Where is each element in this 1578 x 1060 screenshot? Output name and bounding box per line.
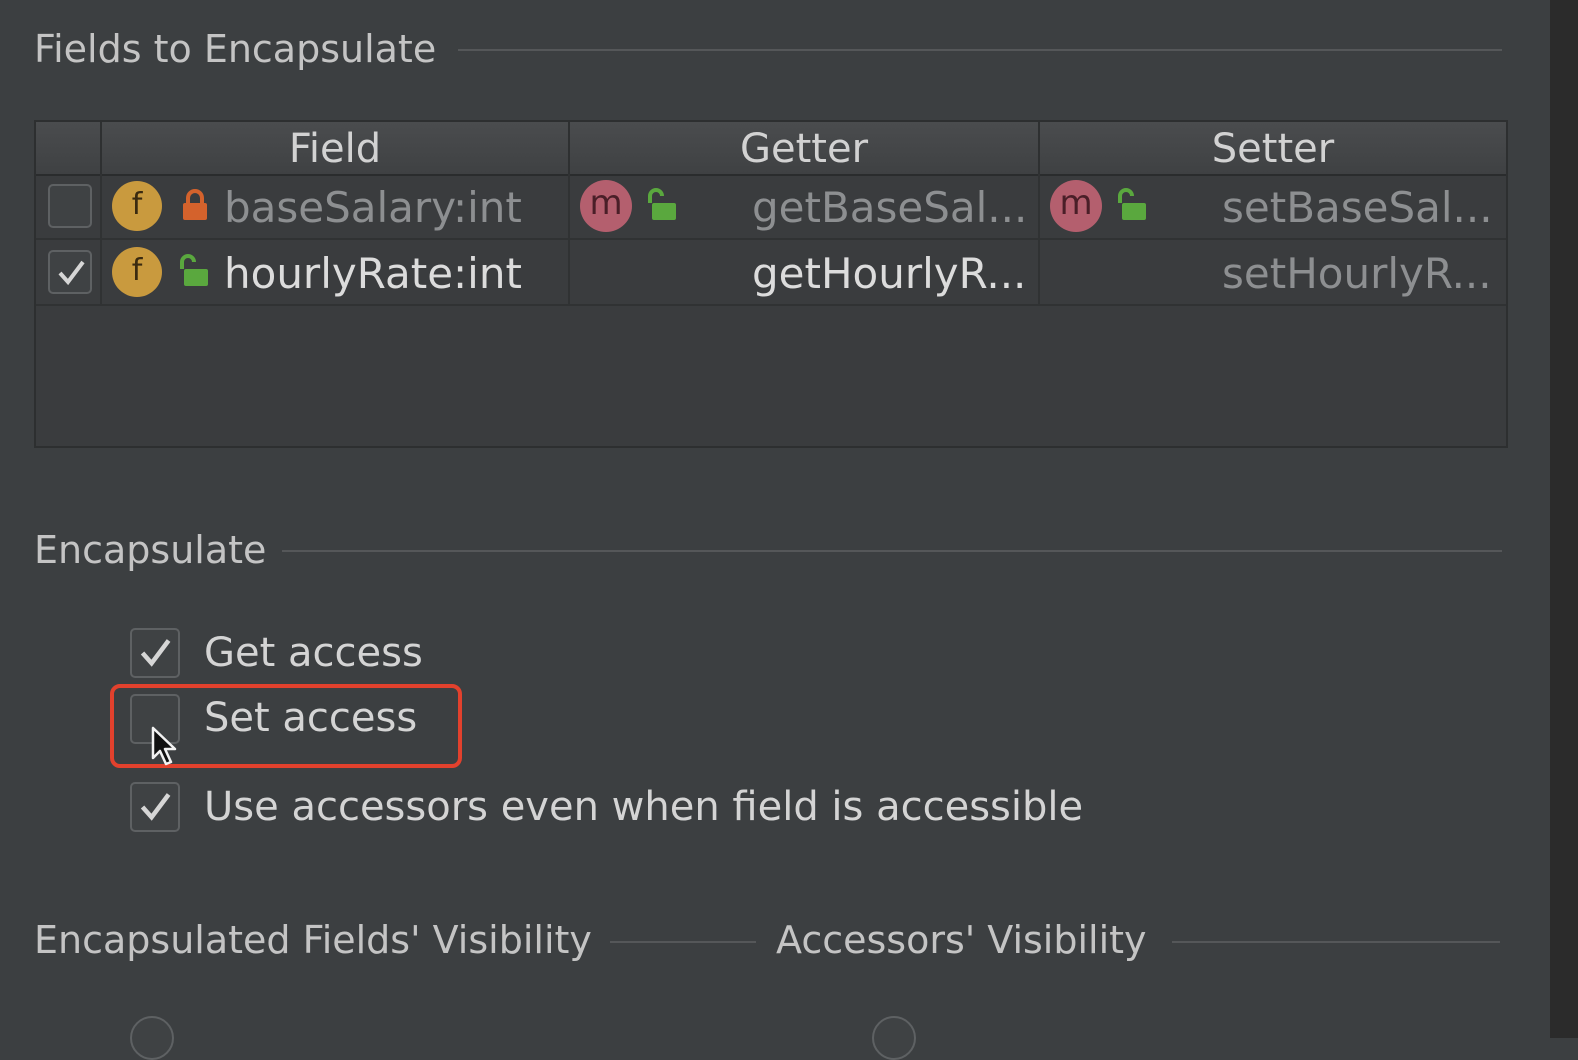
row-checkbox[interactable]: [48, 184, 92, 228]
fields-table[interactable]: Field Getter Setter f baseSalary:int m g…: [34, 120, 1508, 448]
use-accessors-checkbox[interactable]: [130, 782, 180, 832]
accessors-visibility-radio[interactable]: [872, 1016, 916, 1060]
field-name: hourlyRate:int: [224, 249, 522, 298]
getter-cell[interactable]: m getBaseSal...: [570, 174, 1040, 238]
setter-name: setHourlyR...: [1222, 249, 1492, 298]
getter-name: getHourlyR...: [752, 249, 1027, 298]
encapsulate-group-separator: [282, 550, 1502, 552]
accessors-visibility-title: Accessors' Visibility: [776, 918, 1147, 962]
table-header: Field Getter Setter: [36, 122, 1506, 176]
use-accessors-label[interactable]: Use accessors even when field is accessi…: [204, 787, 1083, 827]
fields-visibility-separator: [610, 941, 756, 943]
lock-open-icon: [648, 188, 676, 220]
lock-open-icon: [1118, 188, 1146, 220]
get-access-label[interactable]: Get access: [204, 633, 423, 673]
get-access-checkbox[interactable]: [130, 628, 180, 678]
field-cell[interactable]: f hourlyRate:int: [102, 240, 570, 304]
table-row[interactable]: f hourlyRate:int getHourlyR... setHourly…: [36, 240, 1506, 306]
checkmark-icon: [58, 260, 85, 286]
fields-visibility-radio[interactable]: [130, 1016, 174, 1060]
fields-visibility-title: Encapsulated Fields' Visibility: [34, 918, 592, 962]
lock-open-icon: [180, 254, 208, 286]
method-icon: m: [580, 180, 632, 232]
field-cell[interactable]: f baseSalary:int: [102, 174, 570, 238]
editor-edge: [1550, 0, 1578, 1038]
field-icon: f: [112, 181, 162, 231]
column-header-select[interactable]: [36, 122, 102, 174]
column-header-getter[interactable]: Getter: [570, 122, 1040, 174]
accessors-visibility-separator: [1172, 941, 1500, 943]
field-name: baseSalary:int: [224, 183, 522, 232]
method-icon: m: [1050, 180, 1102, 232]
lock-closed-icon: [183, 189, 207, 220]
getter-name: getBaseSal...: [752, 183, 1028, 232]
setter-cell[interactable]: setHourlyR...: [1040, 240, 1506, 304]
fields-group-separator: [458, 49, 1502, 51]
mouse-cursor-icon: [151, 726, 177, 766]
row-select-cell: [36, 174, 102, 238]
setter-name: setBaseSal...: [1222, 183, 1493, 232]
row-checkbox[interactable]: [48, 250, 92, 294]
checkmark-icon: [140, 793, 171, 821]
getter-cell[interactable]: getHourlyR...: [570, 240, 1040, 304]
fields-group-title: Fields to Encapsulate: [34, 27, 437, 71]
column-header-field[interactable]: Field: [102, 122, 570, 174]
field-icon: f: [112, 247, 162, 297]
table-row[interactable]: f baseSalary:int m getBaseSal... m setBa…: [36, 174, 1506, 240]
row-select-cell: [36, 240, 102, 304]
column-header-setter[interactable]: Setter: [1040, 122, 1506, 174]
encapsulate-group-title: Encapsulate: [34, 528, 267, 572]
checkmark-icon: [140, 639, 171, 667]
setter-cell[interactable]: m setBaseSal...: [1040, 174, 1506, 238]
